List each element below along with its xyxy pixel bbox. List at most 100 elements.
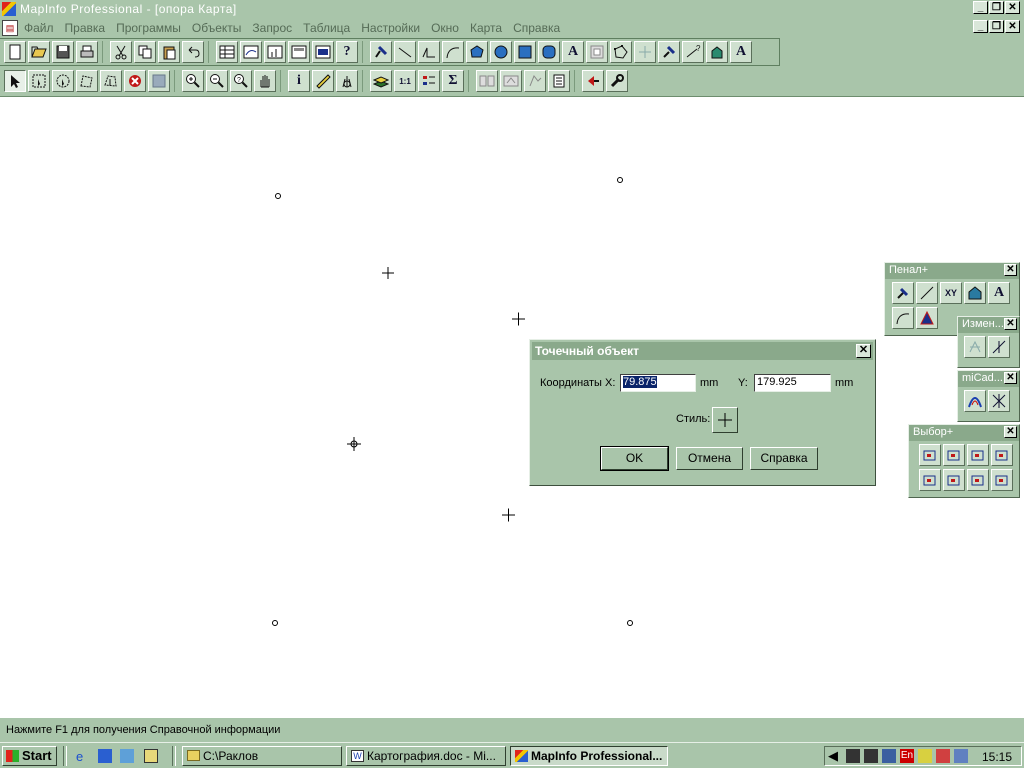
pin-xy-icon[interactable] bbox=[892, 282, 914, 304]
polyline-icon[interactable] bbox=[418, 41, 440, 63]
ruler-icon[interactable] bbox=[312, 70, 334, 92]
doc-close-button[interactable]: ✕ bbox=[1005, 20, 1020, 33]
minimize-button[interactable]: _ bbox=[973, 1, 988, 14]
tray-app-icon[interactable] bbox=[918, 749, 932, 763]
join-node-icon[interactable] bbox=[988, 336, 1010, 358]
panel-vybor-title[interactable]: Выбор+ ✕ bbox=[909, 425, 1019, 441]
drag-map-icon[interactable] bbox=[476, 70, 498, 92]
select-region-icon[interactable] bbox=[943, 444, 965, 466]
menu-item[interactable]: Объекты bbox=[192, 21, 242, 35]
panel-penal-close-button[interactable]: ✕ bbox=[1004, 264, 1017, 276]
radius-select-icon[interactable] bbox=[52, 70, 74, 92]
doc-minimize-button[interactable]: _ bbox=[973, 20, 988, 33]
arc-tool-icon[interactable] bbox=[964, 390, 986, 412]
map-point-cross[interactable] bbox=[382, 267, 394, 279]
pushpin-icon[interactable] bbox=[658, 41, 680, 63]
map-point-cross[interactable] bbox=[502, 508, 515, 522]
outlook-icon[interactable] bbox=[98, 749, 112, 763]
select-house-add-icon[interactable] bbox=[943, 469, 965, 491]
task-mapinfo[interactable]: MapInfo Professional... bbox=[510, 746, 668, 766]
panel-micad-close-button[interactable]: ✕ bbox=[1004, 372, 1017, 384]
legend-icon[interactable] bbox=[418, 70, 440, 92]
mapinfo-app-icon[interactable] bbox=[2, 2, 16, 16]
split-node-icon[interactable] bbox=[964, 336, 986, 358]
cancel-button[interactable]: Отмена bbox=[676, 447, 743, 470]
rounded-rect-icon[interactable] bbox=[538, 41, 560, 63]
copy-icon[interactable] bbox=[134, 41, 156, 63]
ruler-run-icon[interactable] bbox=[524, 70, 546, 92]
xy-icon[interactable]: XY bbox=[940, 282, 962, 304]
clip-region-icon[interactable] bbox=[500, 70, 522, 92]
panel-izmen-close-button[interactable]: ✕ bbox=[1004, 318, 1017, 330]
symbol-style-button[interactable] bbox=[712, 407, 738, 433]
menu-item[interactable]: Таблица bbox=[303, 21, 350, 35]
map-window-icon[interactable] bbox=[240, 41, 262, 63]
layer-control-icon[interactable] bbox=[370, 70, 392, 92]
info-icon[interactable]: i bbox=[288, 70, 310, 92]
redistrict-icon[interactable] bbox=[312, 41, 334, 63]
tray-app-icon[interactable] bbox=[936, 749, 950, 763]
help-button[interactable]: Справка bbox=[750, 447, 818, 470]
network-icon[interactable] bbox=[846, 749, 860, 763]
show-desktop-icon[interactable] bbox=[120, 749, 134, 763]
browser-icon[interactable] bbox=[216, 41, 238, 63]
close-button[interactable]: ✕ bbox=[1005, 1, 1020, 14]
ellipse-icon[interactable] bbox=[490, 41, 512, 63]
map-point-cross[interactable] bbox=[512, 312, 525, 326]
menu-item[interactable]: Справка bbox=[513, 21, 560, 35]
task-folder[interactable]: C:\Раклов bbox=[182, 746, 342, 766]
y-coordinate-input[interactable]: 179.925 bbox=[754, 374, 831, 392]
change-view-icon[interactable]: ? bbox=[230, 70, 252, 92]
arc-icon[interactable] bbox=[892, 307, 914, 329]
unselect-all-icon[interactable] bbox=[124, 70, 146, 92]
volume-icon[interactable]: ◀ bbox=[828, 749, 842, 763]
open-icon[interactable] bbox=[28, 41, 50, 63]
print-icon[interactable] bbox=[76, 41, 98, 63]
map-point-circle[interactable] bbox=[275, 193, 281, 199]
save-icon[interactable] bbox=[52, 41, 74, 63]
map-point-circle[interactable] bbox=[617, 177, 623, 183]
hotlink-icon[interactable] bbox=[336, 70, 358, 92]
select-house-node-icon[interactable] bbox=[991, 469, 1013, 491]
zoom-out-icon[interactable] bbox=[206, 70, 228, 92]
boundary-select-icon[interactable] bbox=[100, 70, 122, 92]
label-icon[interactable]: 1:1 bbox=[394, 70, 416, 92]
add-node-icon[interactable] bbox=[634, 41, 656, 63]
text-icon[interactable]: A bbox=[562, 41, 584, 63]
paste-icon[interactable] bbox=[158, 41, 180, 63]
new-icon[interactable] bbox=[4, 41, 26, 63]
wrench-icon[interactable] bbox=[606, 70, 628, 92]
monitor-icon[interactable] bbox=[882, 749, 896, 763]
house-icon[interactable] bbox=[964, 282, 986, 304]
select-house-frame-icon[interactable] bbox=[967, 469, 989, 491]
x-coordinate-input[interactable]: 79.875 bbox=[620, 374, 696, 392]
doc-restore-button[interactable]: ❐ bbox=[989, 20, 1004, 33]
tray-app-icon[interactable] bbox=[954, 749, 968, 763]
region-style-icon[interactable] bbox=[706, 41, 728, 63]
arc-icon[interactable] bbox=[442, 41, 464, 63]
dialog-close-button[interactable]: ✕ bbox=[856, 344, 871, 358]
grabber-icon[interactable] bbox=[254, 70, 276, 92]
menu-item[interactable]: Настройки bbox=[361, 21, 420, 35]
text-style-icon[interactable]: A bbox=[730, 41, 752, 63]
ok-button[interactable]: OK bbox=[600, 446, 669, 471]
panel-penal-title[interactable]: Пенал+ ✕ bbox=[885, 263, 1019, 279]
undo-icon[interactable] bbox=[182, 41, 204, 63]
select-house-icon[interactable] bbox=[919, 469, 941, 491]
marquee-select-icon[interactable] bbox=[28, 70, 50, 92]
zoom-in-icon[interactable] bbox=[182, 70, 204, 92]
polygon-select-icon[interactable] bbox=[76, 70, 98, 92]
panel-vybor-close-button[interactable]: ✕ bbox=[1004, 426, 1017, 438]
map-point-circle[interactable] bbox=[272, 620, 278, 626]
dialog-title-bar[interactable]: Точечный объект ✕ bbox=[532, 342, 873, 360]
line-style-icon[interactable]: ? bbox=[682, 41, 704, 63]
menu-item[interactable]: Окно bbox=[431, 21, 459, 35]
help-pointer-icon[interactable]: ? bbox=[336, 41, 358, 63]
triangle-icon[interactable] bbox=[916, 307, 938, 329]
statistics-icon[interactable]: Σ bbox=[442, 70, 464, 92]
line-xy-icon[interactable] bbox=[916, 282, 938, 304]
menu-item[interactable]: Карта bbox=[470, 21, 502, 35]
start-button[interactable]: Start bbox=[2, 746, 57, 766]
runtime-icon[interactable] bbox=[582, 70, 604, 92]
select-add-icon[interactable] bbox=[967, 444, 989, 466]
